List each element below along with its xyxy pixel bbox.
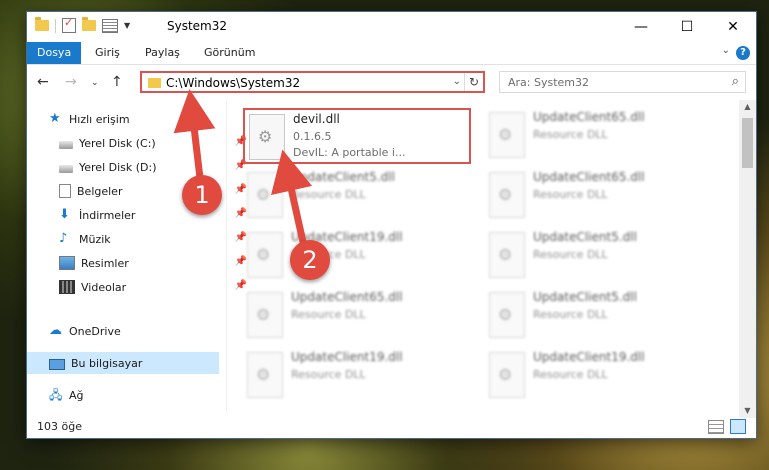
annotation-arrows [173,89,313,243]
arrow-to-dll-file [271,149,313,243]
step-marker-1: 1 [182,175,222,215]
arrow-to-address-bar [173,89,216,179]
step-marker-2: 2 [290,240,330,280]
